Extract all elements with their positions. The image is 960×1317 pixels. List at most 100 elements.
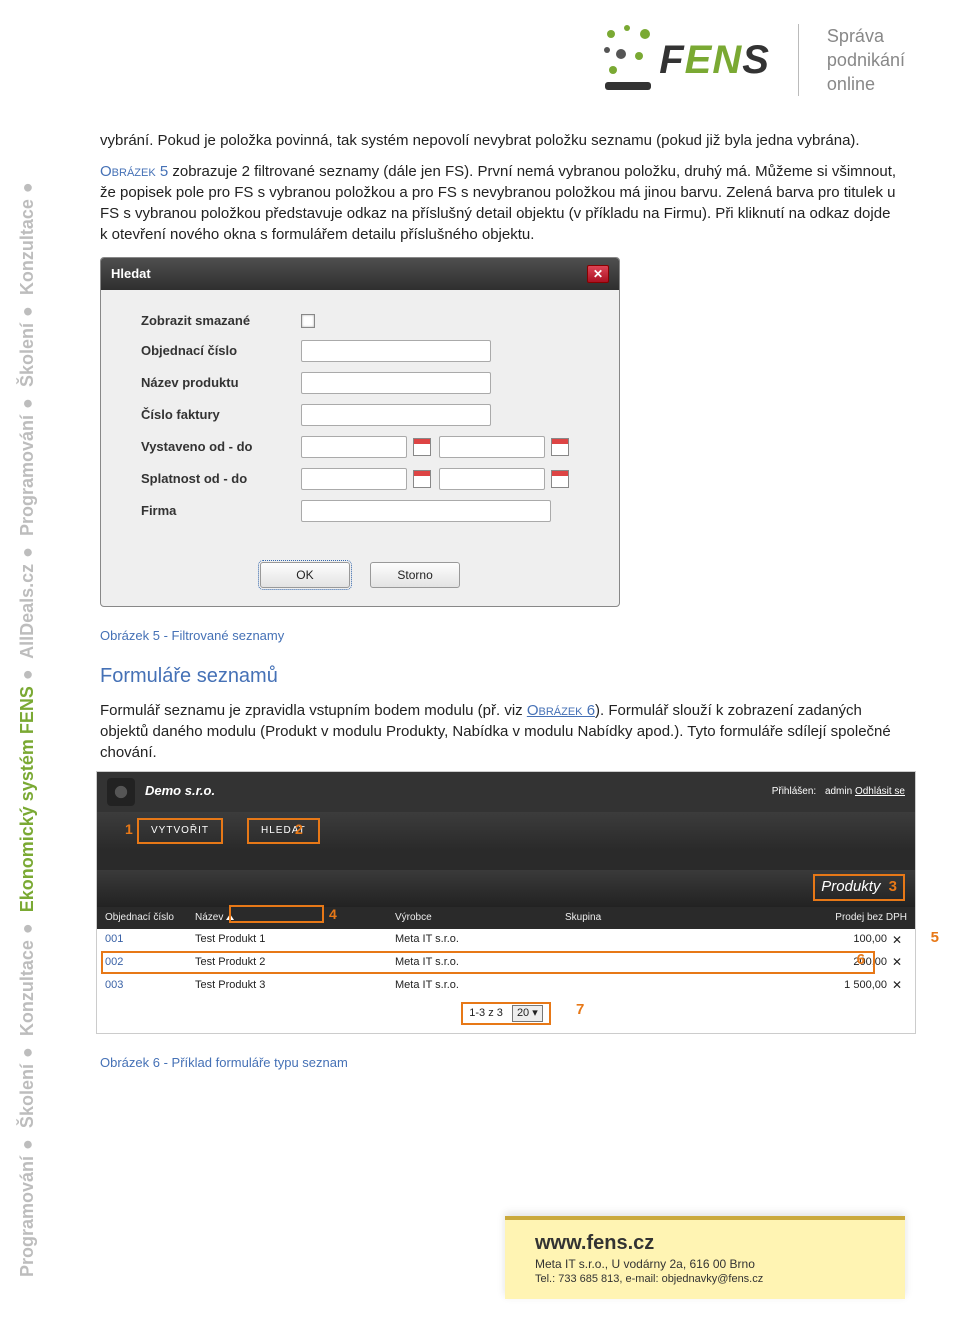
col-group[interactable]: Skupina — [565, 911, 807, 925]
sidebar-seg: Konzultace — [17, 940, 37, 1036]
paragraph: Formulář seznamu je zpravidla vstupním b… — [100, 700, 900, 763]
cell-name: Test Produkt 3 — [195, 978, 395, 993]
footer-contact-box: www.fens.cz Meta IT s.r.o., U vodárny 2a… — [505, 1216, 905, 1299]
col-price[interactable]: Prodej bez DPH — [807, 911, 907, 925]
callout-frame-4 — [229, 905, 324, 923]
figure-caption: Obrázek 5 - Filtrované seznamy — [100, 627, 900, 645]
cell-order: 003 — [105, 978, 195, 993]
label-product-name: Název produktu — [141, 374, 301, 392]
paragraph: vybrání. Pokud je položka povinná, tak s… — [100, 130, 900, 151]
label-invoice-number: Číslo faktury — [141, 406, 301, 424]
tagline-line: podnikání — [827, 48, 905, 72]
search-button[interactable]: HLEDAT — [247, 818, 320, 844]
sidebar-seg: Konzultace — [17, 199, 37, 295]
tagline: Správa podnikání online — [827, 24, 905, 97]
section-heading: Formuláře seznamů — [100, 662, 900, 690]
logo-mark-icon — [599, 20, 659, 100]
checkbox-show-deleted[interactable] — [301, 314, 315, 328]
product-list-screenshot: Demo s.r.o. Přihlášen: admin Odhlásit se… — [96, 771, 916, 1035]
dialog-titlebar: Hledat ✕ — [101, 258, 619, 290]
input-product-name[interactable] — [301, 372, 491, 394]
input-order-number[interactable] — [301, 340, 491, 362]
callout-5: 5 — [931, 927, 939, 948]
login-status: Přihlášen: admin Odhlásit se — [766, 785, 905, 799]
label-company: Firma — [141, 502, 301, 520]
dialog-buttons: OK Storno — [101, 548, 619, 606]
bullet-icon: ● — [17, 1041, 37, 1064]
figure-caption: Obrázek 6 - Příklad formuláře typu sezna… — [100, 1054, 900, 1072]
tagline-line: Správa — [827, 24, 905, 48]
input-issued-from[interactable] — [301, 436, 407, 458]
table-row[interactable]: 003 Test Produkt 3 Meta IT s.r.o. 1 500,… — [97, 974, 915, 997]
callout-4: 4 — [329, 905, 337, 925]
cell-price: 100,00 — [807, 932, 887, 947]
label-due-range: Splatnost od - do — [141, 470, 301, 488]
app-spacer — [97, 850, 915, 870]
paragraph-text: Formulář seznamu je zpravidla vstupním b… — [100, 702, 527, 719]
close-icon[interactable]: ✕ — [587, 265, 609, 283]
callout-1: 1 — [125, 820, 133, 840]
sidebar-vertical-branding: Programování● Školení● Konzultace● Ekono… — [17, 176, 38, 1277]
page-footer: www.fens.cz Meta IT s.r.o., U vodárny 2a… — [0, 1217, 960, 1317]
footer-contact: Tel.: 733 685 813, e-mail: objednavky@fe… — [535, 1273, 875, 1285]
dialog-title: Hledat — [111, 265, 151, 283]
label-show-deleted: Zobrazit smazané — [141, 312, 301, 330]
callout-3: 3 — [889, 878, 897, 895]
logo-letter: S — [742, 38, 770, 82]
pager-pagesize-select[interactable]: 20 ▾ — [512, 1005, 543, 1022]
delete-icon[interactable]: ✕ — [887, 932, 907, 949]
bullet-icon: ● — [17, 541, 37, 564]
app-topbar: Demo s.r.o. Přihlášen: admin Odhlásit se — [97, 772, 915, 812]
calendar-icon[interactable] — [413, 470, 431, 488]
bullet-icon: ● — [17, 392, 37, 415]
create-button[interactable]: VYTVOŘIT — [137, 818, 223, 844]
cell-name: Test Produkt 1 — [195, 932, 395, 947]
delete-icon[interactable]: ✕ — [887, 954, 907, 971]
company-logo-icon — [107, 778, 135, 806]
pager: 1-3 z 3 20 ▾ 7 — [97, 997, 915, 1033]
delete-icon[interactable]: ✕ — [887, 977, 907, 994]
sidebar-seg: Programování — [17, 415, 37, 536]
footer-address: Meta IT s.r.o., U vodárny 2a, 616 00 Brn… — [535, 1257, 875, 1271]
paragraph-text: zobrazuje 2 filtrované seznamy (dále jen… — [100, 163, 896, 243]
cell-price: 1 500,00 — [807, 978, 887, 993]
cancel-button[interactable]: Storno — [370, 562, 460, 588]
sidebar-seg: Školení — [17, 1064, 37, 1128]
module-title: Produkty 3 — [97, 870, 915, 907]
label-order-number: Objednací číslo — [141, 342, 301, 360]
calendar-icon[interactable] — [551, 470, 569, 488]
app-toolbar: 1 VYTVOŘIT HLEDAT 2 — [97, 812, 915, 850]
callout-7: 7 — [576, 999, 584, 1020]
col-order-number[interactable]: Objednací číslo — [105, 911, 195, 925]
input-company[interactable] — [301, 500, 551, 522]
figure-reference-link[interactable]: Obrázek 6 — [527, 702, 595, 719]
ok-button[interactable]: OK — [260, 562, 350, 588]
sidebar-seg: AllDeals.cz — [17, 564, 37, 659]
cell-order: 001 — [105, 932, 195, 947]
bullet-icon: ● — [17, 1133, 37, 1156]
calendar-icon[interactable] — [551, 438, 569, 456]
callout-frame-7: 1-3 z 3 20 ▾ — [461, 1002, 551, 1025]
input-issued-to[interactable] — [439, 436, 545, 458]
logo-letter: F — [659, 38, 684, 82]
calendar-icon[interactable] — [413, 438, 431, 456]
pager-range: 1-3 z 3 — [469, 1007, 503, 1019]
input-due-to[interactable] — [439, 468, 545, 490]
label-issued-range: Vystaveno od - do — [141, 438, 301, 456]
input-due-from[interactable] — [301, 468, 407, 490]
cell-manufacturer: Meta IT s.r.o. — [395, 932, 565, 947]
table-row[interactable]: 002 Test Produkt 2 Meta IT s.r.o. 200,00… — [97, 951, 915, 974]
table-row[interactable]: 001 Test Produkt 1 Meta IT s.r.o. 100,00… — [97, 929, 915, 952]
bullet-icon: ● — [17, 917, 37, 940]
paragraph: Obrázek 5 zobrazuje 2 filtrované seznamy… — [100, 161, 900, 245]
bullet-icon: ● — [17, 300, 37, 323]
input-invoice-number[interactable] — [301, 404, 491, 426]
logo-text: FENS — [659, 38, 770, 83]
dialog-body: Zobrazit smazané Objednací číslo Název p… — [101, 290, 619, 548]
table-body: 001 Test Produkt 1 Meta IT s.r.o. 100,00… — [97, 929, 915, 997]
col-manufacturer[interactable]: Výrobce — [395, 911, 565, 925]
bullet-icon: ● — [17, 663, 37, 686]
callout-frame-6 — [101, 951, 875, 974]
footer-site: www.fens.cz — [535, 1232, 875, 1255]
logout-link[interactable]: Odhlásit se — [855, 786, 905, 797]
